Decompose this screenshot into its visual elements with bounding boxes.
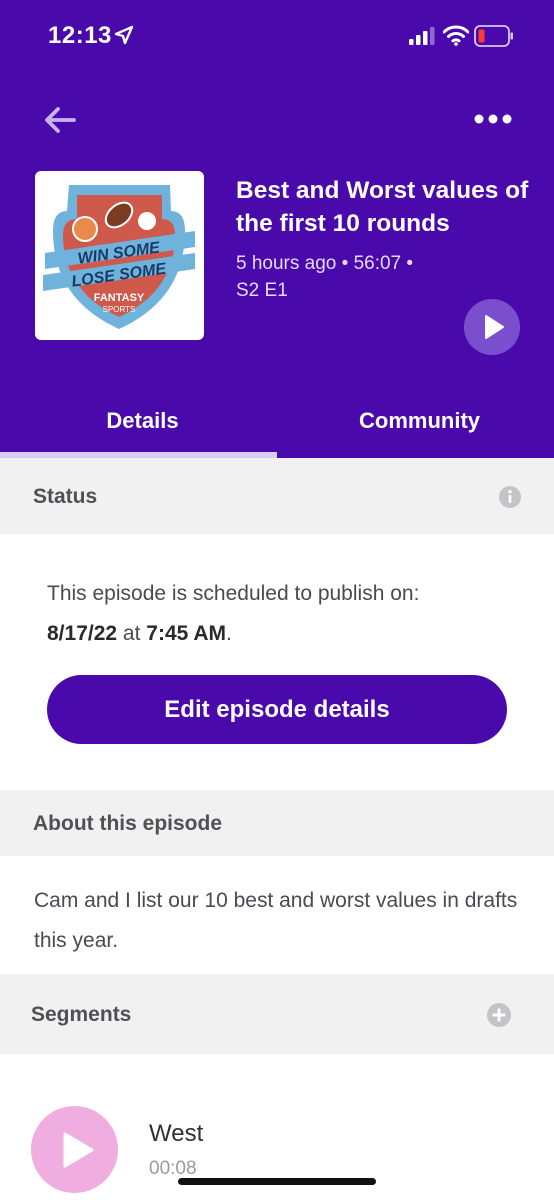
home-indicator[interactable] (178, 1178, 376, 1185)
arrow-left-icon (45, 107, 76, 133)
episode-meta-line1: 5 hours ago • 56:07 • (236, 253, 414, 274)
cellular-signal-icon (409, 27, 435, 45)
status-heading: Status (33, 485, 98, 508)
segments-section-header: Segments (0, 974, 554, 1054)
publish-schedule-text: This episode is scheduled to publish on:… (47, 574, 517, 654)
add-segment-plus-icon[interactable] (486, 1002, 512, 1028)
segment-play-button[interactable] (31, 1106, 118, 1193)
episode-description: Cam and I list our 10 best and worst val… (34, 889, 518, 952)
battery-icon (474, 25, 513, 47)
tab-community[interactable]: Community (281, 408, 554, 434)
wifi-icon (443, 25, 469, 46)
segments-heading: Segments (31, 1003, 132, 1026)
schedule-at: at (122, 622, 141, 645)
podcast-cover-art: WIN SOME LOSE SOME FANTASY SPORTS (35, 171, 204, 340)
svg-text:FANTASY: FANTASY (94, 292, 145, 304)
location-arrow-icon (114, 25, 134, 45)
play-icon (485, 315, 504, 339)
episode-season-number: S2 E1 (236, 280, 288, 301)
back-button[interactable] (40, 100, 80, 140)
publish-date: 8/17/22 (47, 622, 118, 645)
episode-title: Best and Worst values of the first 10 ro… (236, 177, 529, 237)
about-section-header: About this episode (0, 790, 554, 856)
episode-header: 12:13 WIN SOME LOSE SOME FANTASY SPORTS … (0, 0, 554, 458)
status-bar: 12:13 (0, 0, 554, 70)
tab-details[interactable]: Details (4, 408, 281, 434)
ellipsis-icon (474, 114, 512, 124)
clock: 12:13 (48, 22, 112, 49)
more-options-button[interactable] (468, 104, 518, 134)
info-icon[interactable] (498, 485, 522, 509)
segment-duration: 00:08 (149, 1158, 197, 1179)
episode-meta: 5 hours ago • 56:07 • S2 E1 (236, 250, 476, 304)
play-icon (63, 1132, 94, 1168)
publish-time: 7:45 AM (146, 622, 227, 645)
cover-logo: WIN SOME LOSE SOME FANTASY SPORTS (43, 185, 195, 329)
segment-name: West (149, 1120, 204, 1147)
status-section-header: Status (0, 458, 554, 534)
schedule-period: . (226, 622, 232, 645)
edit-episode-details-button[interactable]: Edit episode details (47, 675, 507, 744)
schedule-prefix: This episode is scheduled to publish on: (47, 582, 420, 605)
svg-text:SPORTS: SPORTS (103, 305, 136, 314)
play-episode-button[interactable] (464, 299, 520, 355)
about-heading: About this episode (33, 812, 222, 835)
